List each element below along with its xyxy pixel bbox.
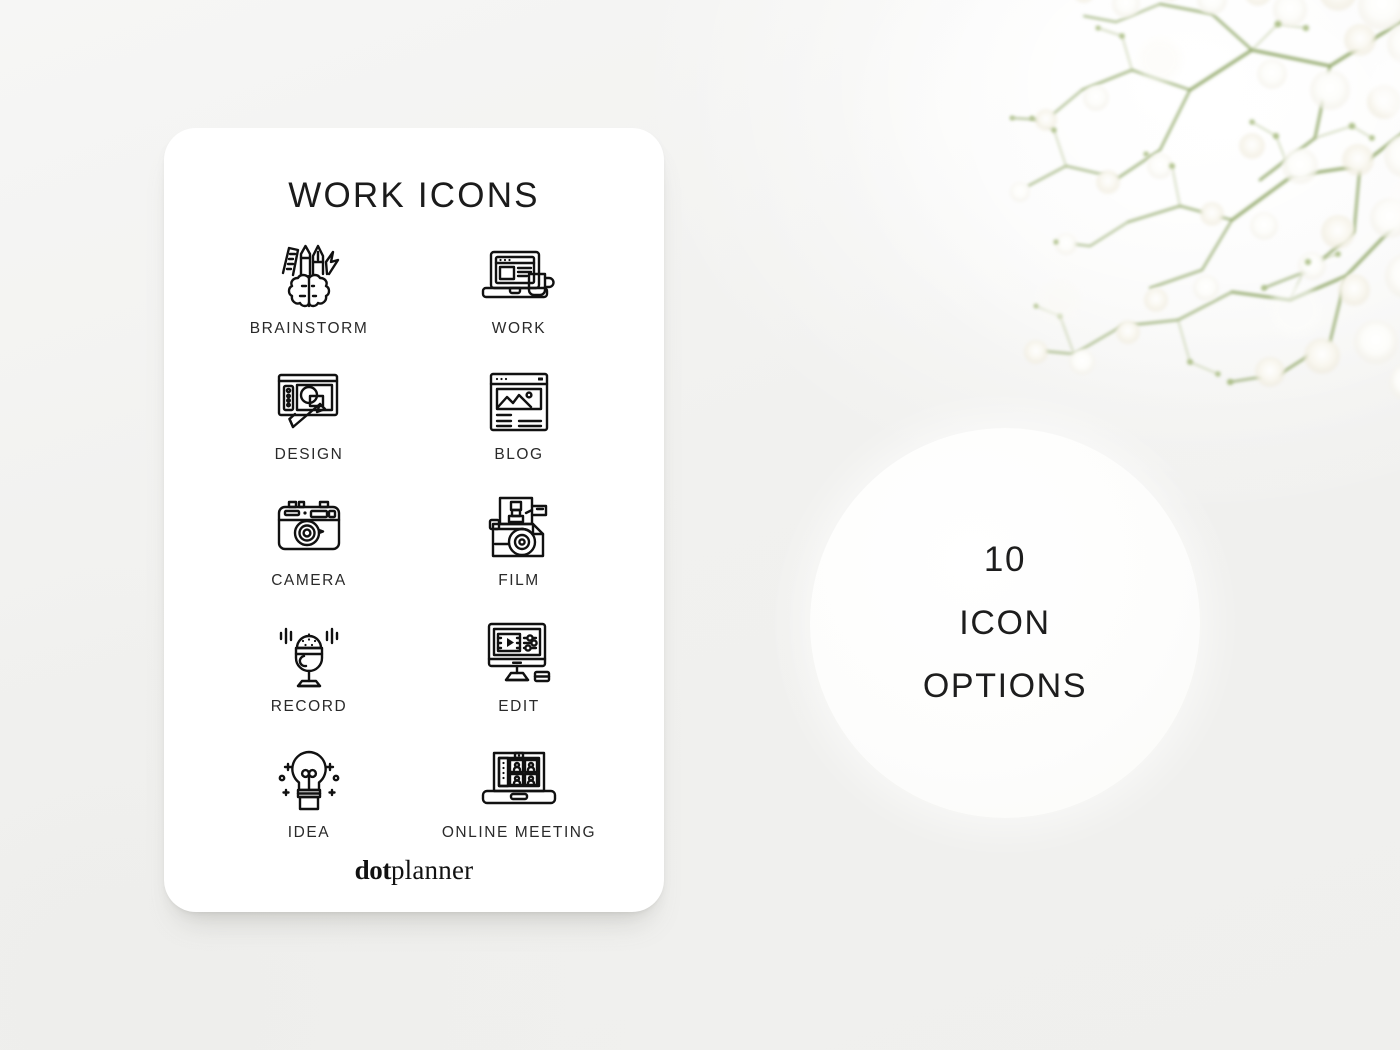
brain-with-tools-icon: [271, 240, 347, 312]
icon-grid: BRAINSTORM WORK DESIGN BLOG CAMERA FILM …: [164, 240, 664, 870]
icon-label: EDIT: [498, 698, 540, 715]
icon-label: BLOG: [494, 446, 544, 463]
icon-item-design[interactable]: DESIGN: [206, 366, 412, 492]
monitor-video-editing-icon: [481, 618, 557, 690]
icon-label: RECORD: [270, 698, 348, 715]
brand-planner: planner: [390, 855, 474, 885]
icon-item-camera[interactable]: CAMERA: [206, 492, 412, 618]
callout-line-icon: ICON: [959, 604, 1051, 643]
icon-item-record[interactable]: RECORD: [206, 618, 412, 744]
icon-item-online-meeting[interactable]: ONLINE MEETING: [416, 744, 622, 870]
photo-camera-icon: [271, 492, 347, 564]
brand-logo: dotplanner: [164, 855, 664, 886]
browser-article-icon: [481, 366, 557, 438]
icon-item-brainstorm[interactable]: BRAINSTORM: [206, 240, 412, 366]
icon-label: ONLINE MEETING: [441, 824, 597, 841]
icon-count-callout: 10 ICON OPTIONS: [810, 428, 1200, 818]
movie-camera-icon: [481, 492, 557, 564]
icon-label: FILM: [498, 572, 540, 589]
laptop-video-call-icon: [481, 744, 557, 816]
icon-label: CAMERA: [271, 572, 347, 589]
icon-label: IDEA: [287, 824, 331, 841]
brand-dot: dot: [354, 855, 392, 885]
icon-item-blog[interactable]: BLOG: [416, 366, 622, 492]
icon-item-idea[interactable]: IDEA: [206, 744, 412, 870]
callout-line-options: OPTIONS: [922, 667, 1088, 706]
page-title: WORK ICONS: [288, 176, 540, 215]
callout-count: 10: [983, 539, 1027, 579]
graphics-tablet-stylus-icon: [271, 366, 347, 438]
icon-item-edit[interactable]: EDIT: [416, 618, 622, 744]
icon-label: WORK: [491, 320, 547, 337]
microphone-icon: [271, 618, 347, 690]
icon-sticker-card: WORK ICONS BRAINSTORM WORK DESIGN BLOG C…: [164, 128, 664, 912]
icon-label: BRAINSTORM: [249, 320, 369, 337]
icon-label: DESIGN: [274, 446, 344, 463]
laptop-with-coffee-icon: [481, 240, 557, 312]
icon-item-film[interactable]: FILM: [416, 492, 622, 618]
lightbulb-icon: [271, 744, 347, 816]
icon-item-work[interactable]: WORK: [416, 240, 622, 366]
